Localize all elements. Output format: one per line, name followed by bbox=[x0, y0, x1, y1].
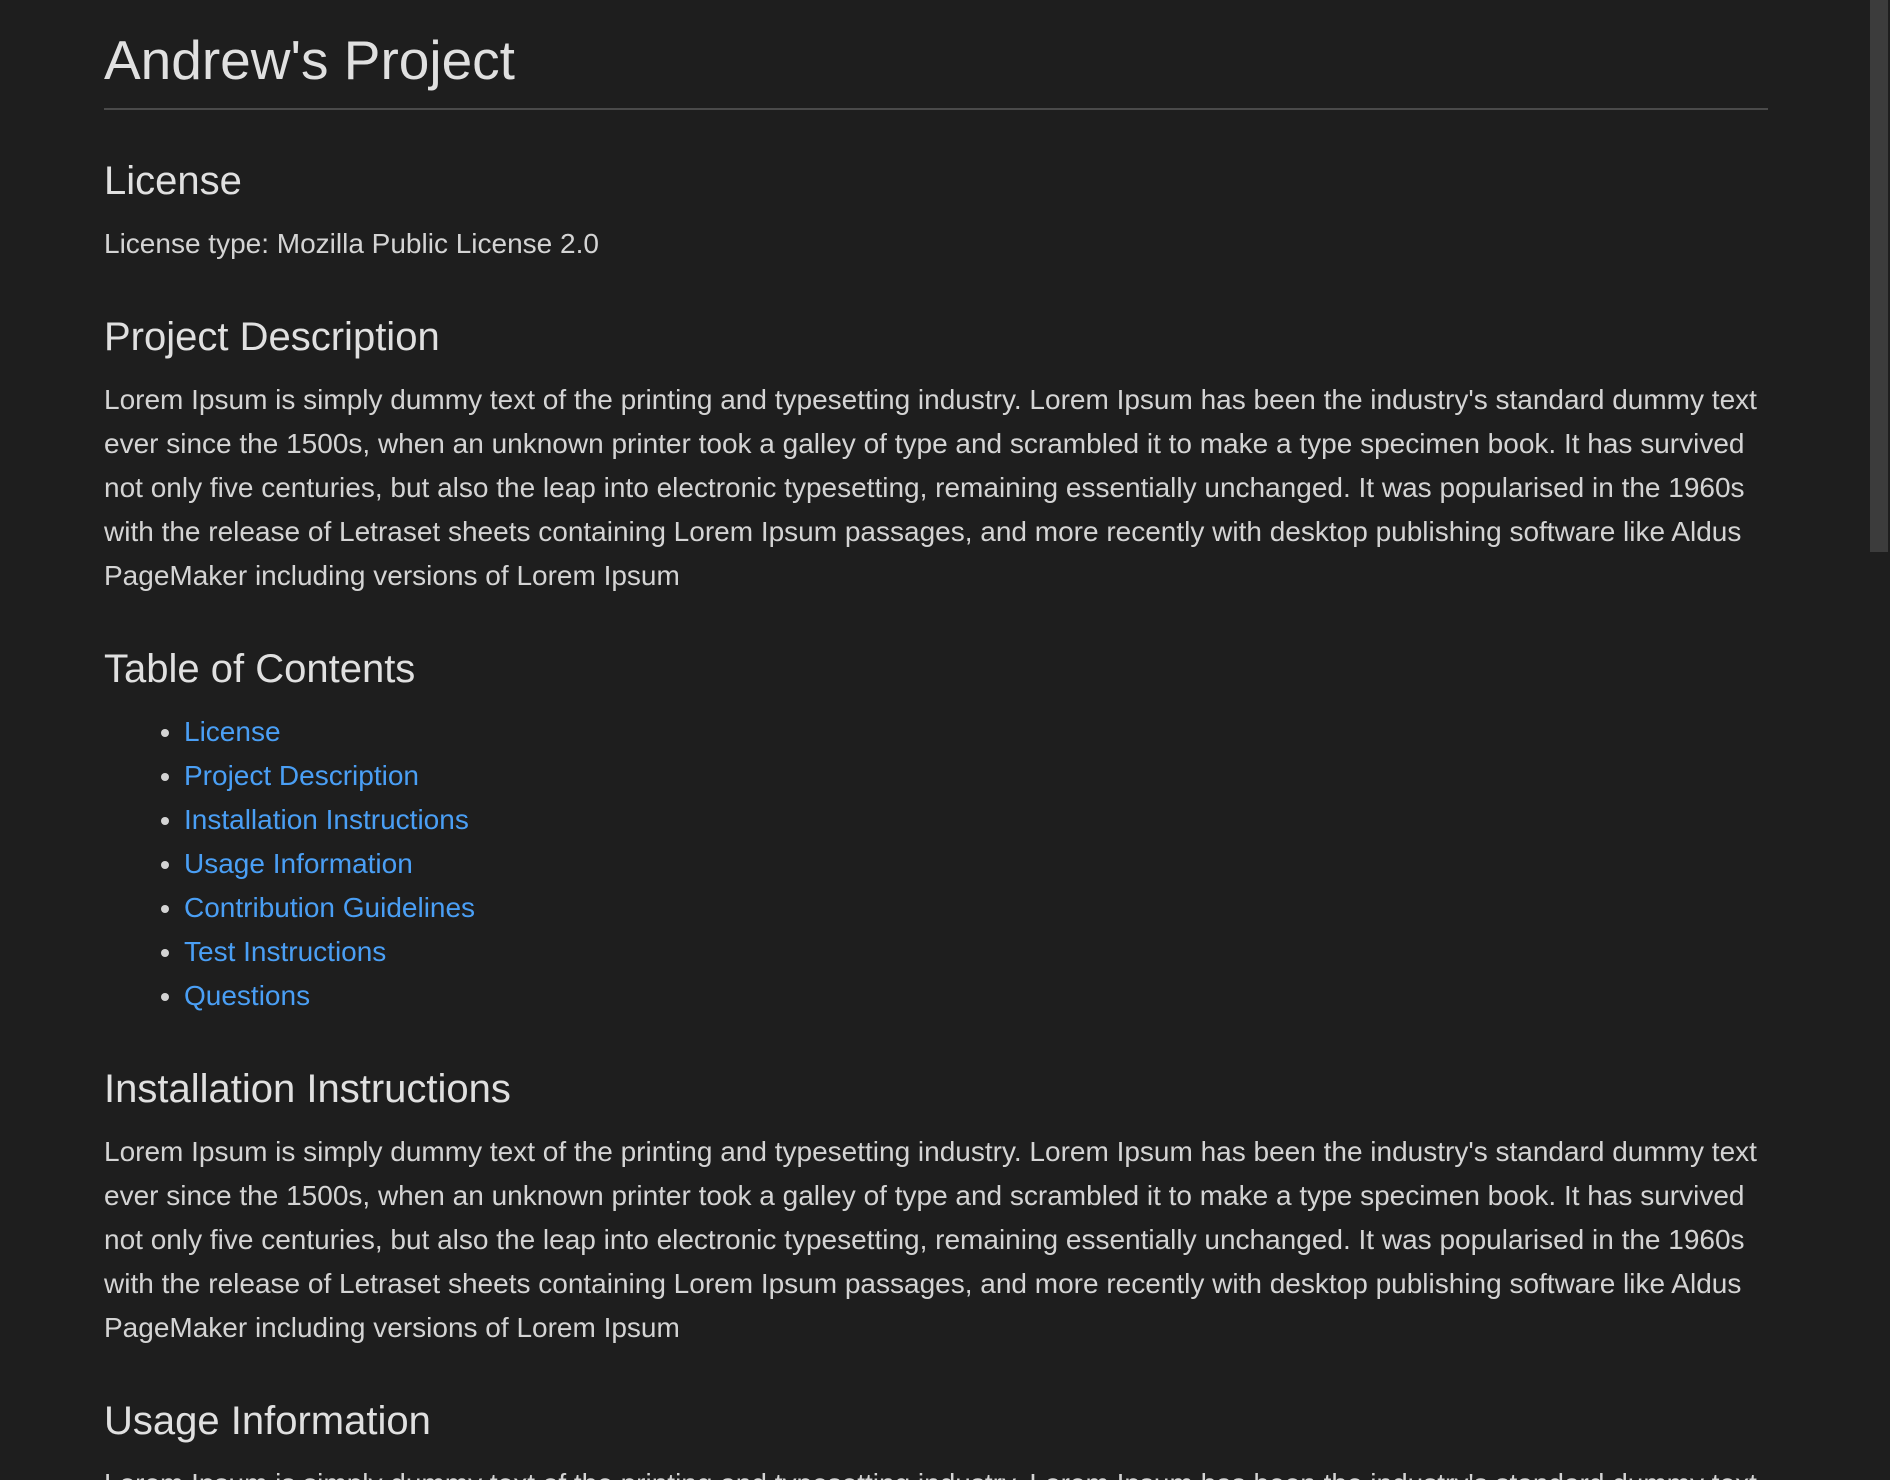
license-heading: License bbox=[104, 159, 242, 203]
toc-item: Test Instructions bbox=[184, 930, 1768, 974]
toc-link-contribution-guidelines[interactable]: Contribution Guidelines bbox=[184, 892, 475, 923]
description-heading: Project Description bbox=[104, 315, 440, 359]
usage-heading: Usage Information bbox=[104, 1399, 431, 1443]
toc-link-installation-instructions[interactable]: Installation Instructions bbox=[184, 804, 469, 835]
license-text: License type: Mozilla Public License 2.0 bbox=[104, 228, 599, 259]
markdown-preview: Andrew's Project License License type: M… bbox=[104, 0, 1768, 1480]
installation-heading: Installation Instructions bbox=[104, 1067, 511, 1111]
toc-item: Usage Information bbox=[184, 842, 1768, 886]
toc-item: License bbox=[184, 710, 1768, 754]
toc-heading: Table of Contents bbox=[104, 647, 416, 691]
vertical-scrollbar[interactable] bbox=[1870, 0, 1890, 1480]
toc-item: Contribution Guidelines bbox=[184, 886, 1768, 930]
toc-link-project-description[interactable]: Project Description bbox=[184, 760, 419, 791]
toc-item: Questions bbox=[184, 974, 1768, 1018]
toc-link-license[interactable]: License bbox=[184, 716, 281, 747]
scrollbar-thumb[interactable] bbox=[1870, 0, 1888, 552]
page-title: Andrew's Project bbox=[104, 30, 1768, 110]
toc-link-questions[interactable]: Questions bbox=[184, 980, 310, 1011]
toc-item: Project Description bbox=[184, 754, 1768, 798]
installation-text: Lorem Ipsum is simply dummy text of the … bbox=[104, 1136, 1757, 1343]
toc-item: Installation Instructions bbox=[184, 798, 1768, 842]
toc-link-usage-information[interactable]: Usage Information bbox=[184, 848, 413, 879]
toc-list: License Project Description Installation… bbox=[104, 710, 1768, 1018]
toc-link-test-instructions[interactable]: Test Instructions bbox=[184, 936, 386, 967]
usage-text: Lorem Ipsum is simply dummy text of the … bbox=[104, 1462, 1768, 1480]
description-text: Lorem Ipsum is simply dummy text of the … bbox=[104, 384, 1757, 591]
